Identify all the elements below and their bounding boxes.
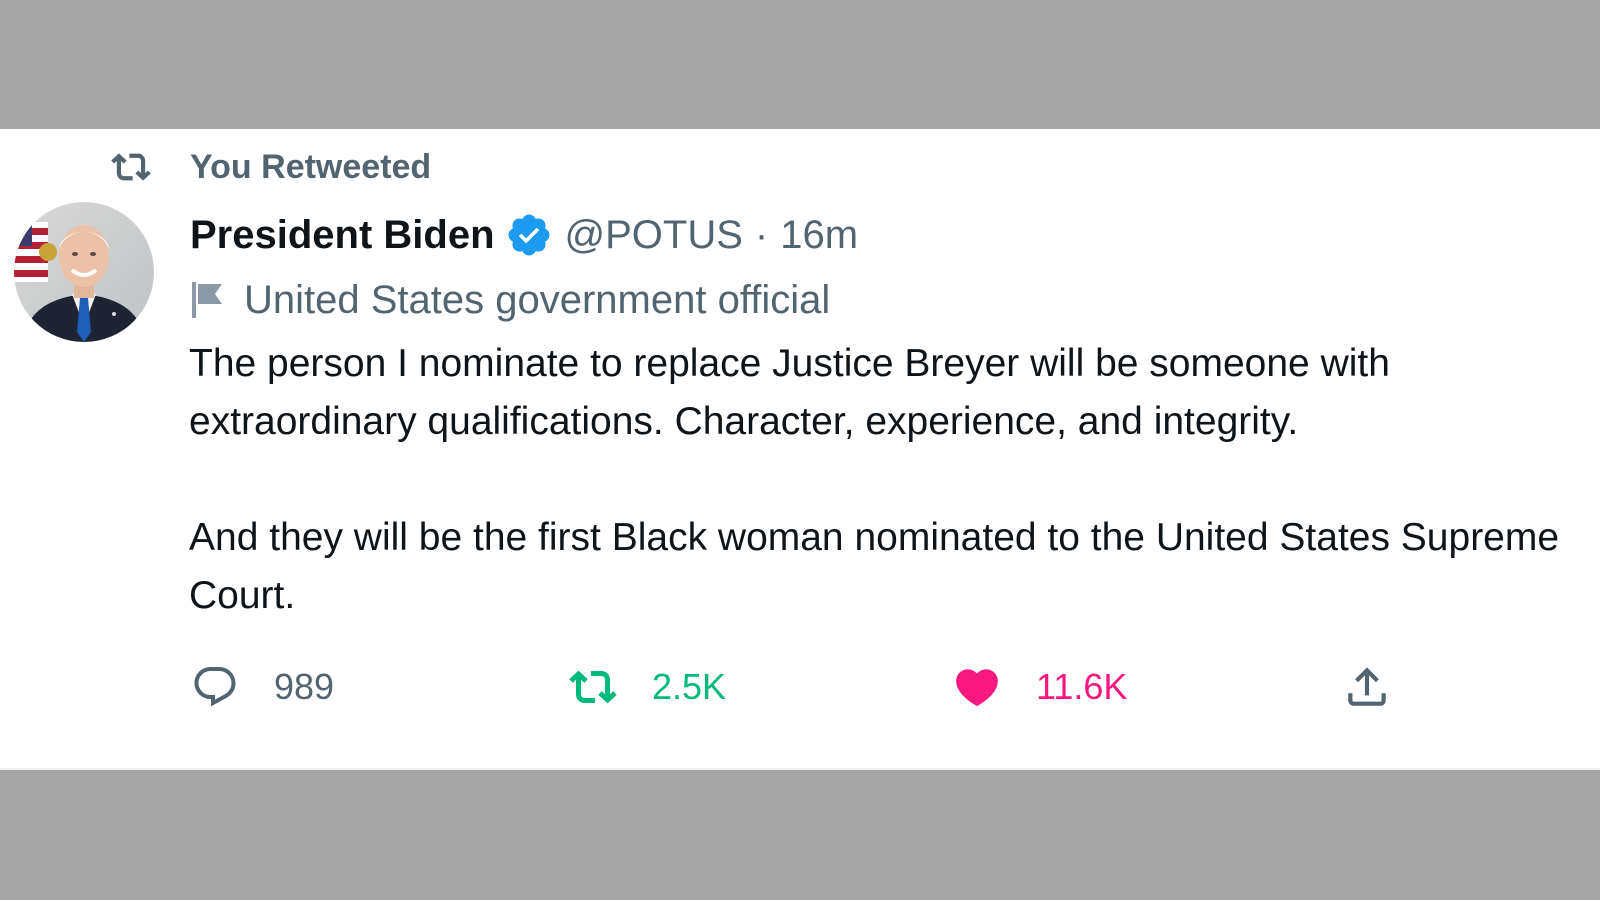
flag-icon bbox=[190, 280, 230, 320]
share-button[interactable] bbox=[1342, 657, 1392, 717]
like-count: 11.6K bbox=[1036, 666, 1128, 707]
tweet-paragraph-2: And they will be the first Black woman n… bbox=[189, 516, 1560, 617]
retweet-icon bbox=[568, 662, 618, 712]
account-label[interactable]: United States government official bbox=[190, 275, 830, 325]
tweet-header: President Biden @POTUS · 16m bbox=[190, 207, 858, 263]
tweet-card[interactable]: You Retweeted President Biden @POTUS · 1… bbox=[0, 129, 1600, 770]
account-label-text: United States government official bbox=[244, 277, 831, 322]
reply-count: 989 bbox=[274, 666, 335, 707]
retweet-button[interactable]: 2.5K bbox=[568, 657, 726, 717]
author-handle[interactable]: @POTUS bbox=[565, 213, 743, 258]
retweet-context-label[interactable]: You Retweeted bbox=[190, 148, 431, 187]
header-separator: · bbox=[754, 212, 769, 257]
verified-badge-icon bbox=[505, 211, 553, 259]
share-icon bbox=[1342, 662, 1392, 712]
author-display-name[interactable]: President Biden bbox=[190, 213, 495, 258]
retweet-context: You Retweeted bbox=[108, 147, 431, 187]
reply-icon bbox=[190, 662, 240, 712]
tweet-actions: 989 2.5K 11.6K bbox=[190, 657, 1430, 717]
like-button[interactable]: 11.6K bbox=[952, 657, 1127, 717]
heart-icon bbox=[952, 662, 1002, 712]
retweet-count: 2.5K bbox=[652, 666, 727, 707]
reply-button[interactable]: 989 bbox=[190, 657, 334, 717]
retweet-context-icon bbox=[108, 147, 154, 187]
tweet-paragraph-1: The person I nominate to replace Justice… bbox=[189, 342, 1390, 443]
tweet-timestamp[interactable]: 16m bbox=[780, 213, 858, 258]
avatar[interactable] bbox=[14, 202, 154, 342]
tweet-text: The person I nominate to replace Justice… bbox=[189, 335, 1579, 625]
